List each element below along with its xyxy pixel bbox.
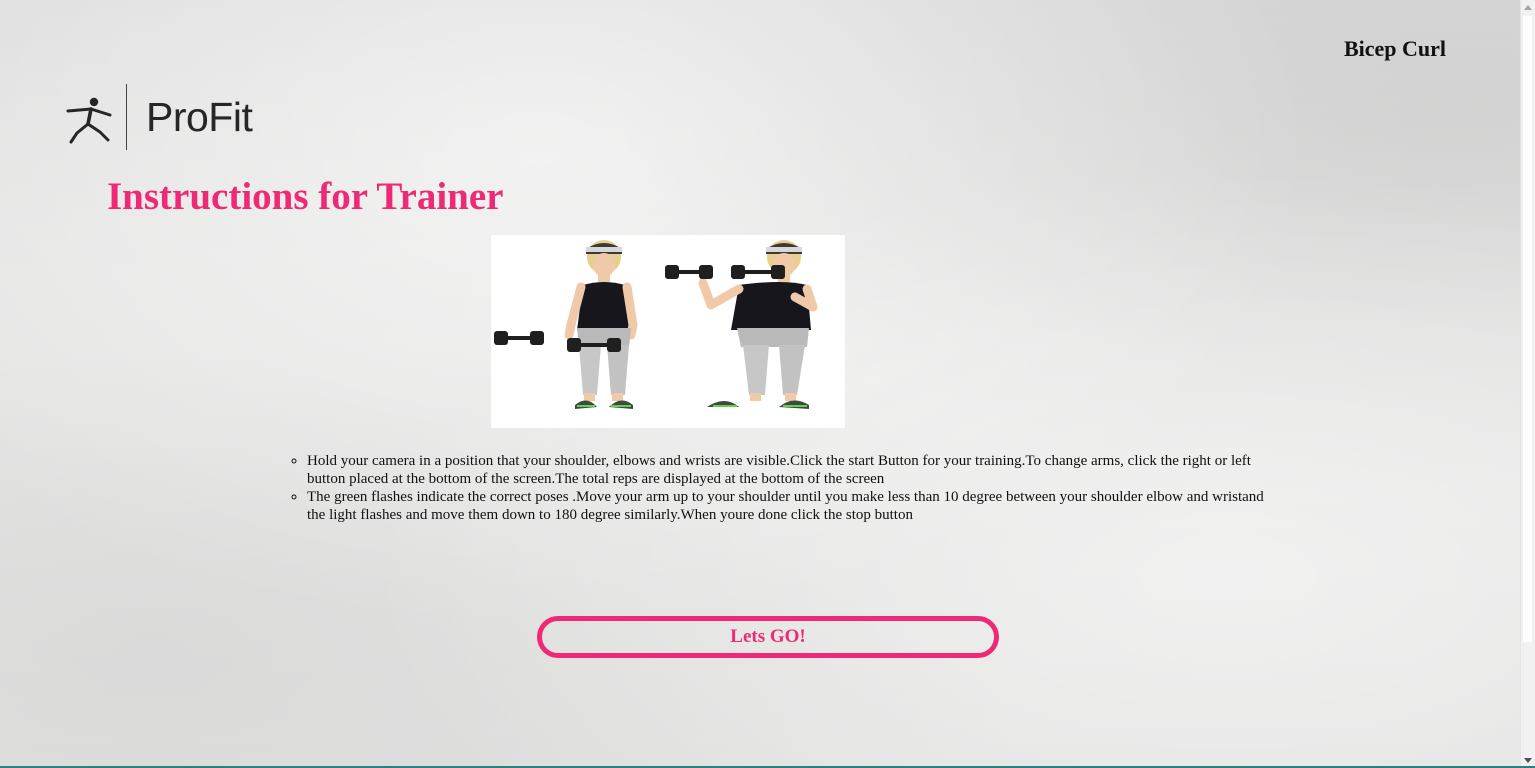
- woman-curling-figure: [665, 240, 818, 409]
- scroll-down-arrow-icon[interactable]: [1524, 758, 1532, 763]
- instruction-item: Hold your camera in a position that your…: [307, 452, 1267, 488]
- logo-text: ProFit: [146, 94, 253, 140]
- yoga-figure-icon: [66, 97, 112, 144]
- instructions-list: Hold your camera in a position that your…: [267, 452, 1267, 524]
- page-heading: Instructions for Trainer: [107, 175, 504, 218]
- exercise-name: Bicep Curl: [1343, 36, 1446, 61]
- page: Bicep Curl ProFit Instructions for Train…: [0, 0, 1521, 768]
- bicep-curl-demo-image: [491, 235, 845, 428]
- vertical-scrollbar[interactable]: [1520, 0, 1535, 768]
- logo-divider: [126, 84, 127, 150]
- scroll-up-arrow-icon[interactable]: [1524, 5, 1532, 10]
- lets-go-button[interactable]: Lets GO!: [537, 616, 999, 658]
- profit-logo: ProFit: [64, 84, 264, 150]
- scrollbar-thumb[interactable]: [1523, 16, 1532, 642]
- instruction-item: The green flashes indicate the correct p…: [307, 488, 1267, 524]
- woman-arms-down-figure: [494, 240, 638, 409]
